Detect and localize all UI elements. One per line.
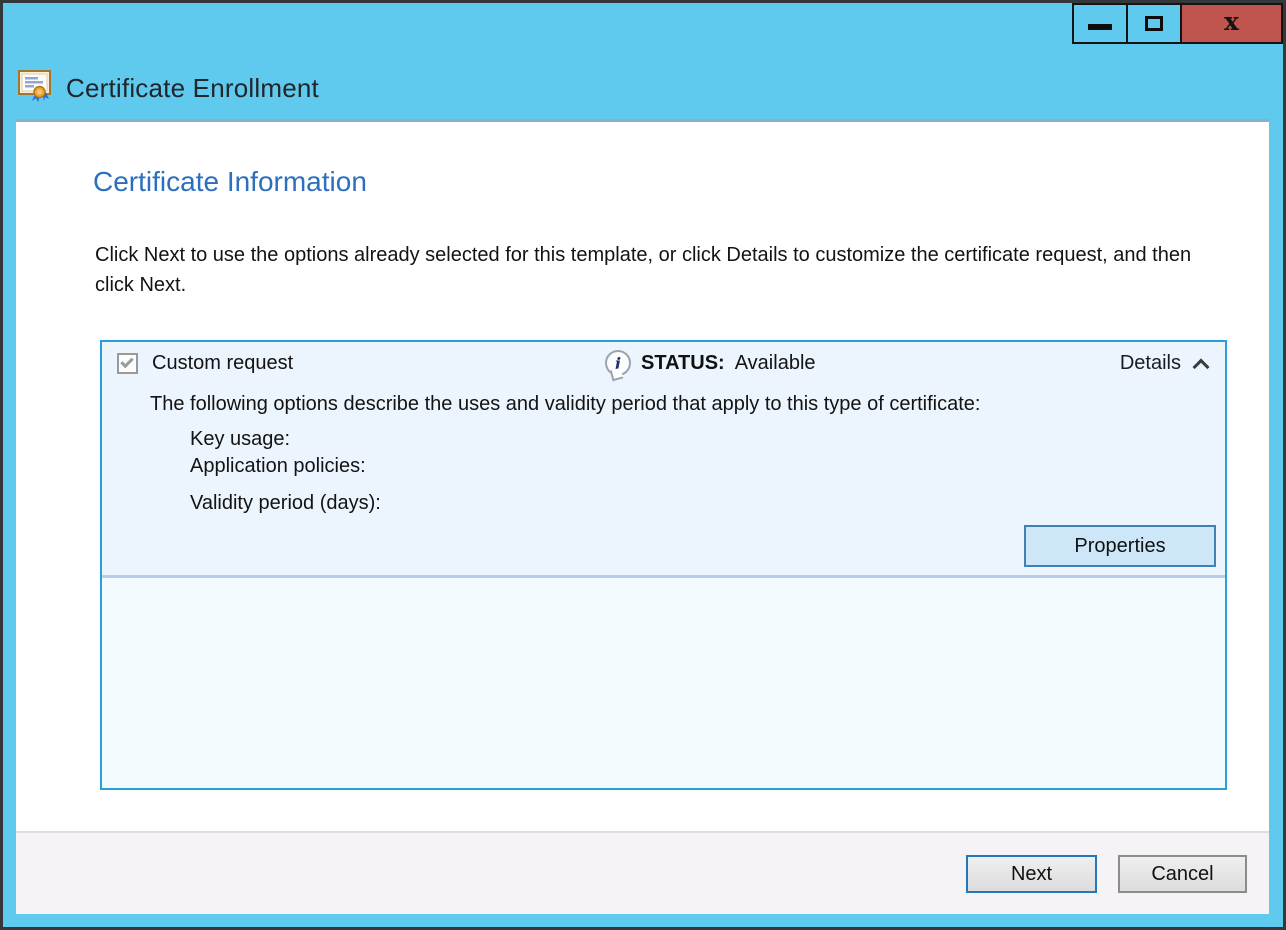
maximize-icon	[1145, 16, 1163, 31]
status-group: i STATUS: Available	[605, 350, 816, 376]
status-value: Available	[735, 352, 816, 375]
certificate-icon	[18, 70, 52, 107]
details-toggle-label: Details	[1120, 352, 1181, 375]
wizard-footer: Next Cancel	[16, 831, 1269, 914]
custom-request-label: Custom request	[152, 352, 293, 375]
status-label: STATUS:	[641, 352, 725, 375]
certificate-template-card: Custom request i STATUS: Available Detai…	[100, 340, 1227, 790]
field-key-usage: Key usage:	[190, 428, 290, 451]
minimize-icon	[1088, 24, 1112, 30]
maximize-button[interactable]	[1126, 3, 1182, 44]
details-toggle[interactable]: Details	[1120, 352, 1207, 375]
info-icon: i	[605, 350, 631, 376]
window-controls: x	[1074, 3, 1283, 44]
custom-request-checkbox[interactable]	[117, 353, 138, 374]
next-button[interactable]: Next	[966, 855, 1097, 893]
options-description: The following options describe the uses …	[150, 393, 980, 416]
wizard-page: Certificate Information Click Next to us…	[16, 119, 1269, 914]
minimize-button[interactable]	[1072, 3, 1128, 44]
chevron-up-icon	[1193, 358, 1210, 375]
card-details-section: Custom request i STATUS: Available Detai…	[102, 342, 1225, 578]
checkmark-icon	[120, 355, 133, 368]
certificate-enrollment-window: x Certificate Enrollment Certificate Inf…	[0, 0, 1286, 930]
page-title: Certificate Information	[93, 166, 367, 198]
field-validity-period: Validity period (days):	[190, 492, 381, 515]
close-button[interactable]: x	[1180, 3, 1283, 44]
properties-button[interactable]: Properties	[1024, 525, 1216, 567]
close-icon: x	[1224, 9, 1239, 34]
field-application-policies: Application policies:	[190, 455, 366, 478]
page-intro-text: Click Next to use the options already se…	[95, 240, 1217, 300]
app-header: Certificate Enrollment	[18, 70, 319, 107]
window-title: Certificate Enrollment	[66, 73, 319, 104]
cancel-button[interactable]: Cancel	[1118, 855, 1247, 893]
